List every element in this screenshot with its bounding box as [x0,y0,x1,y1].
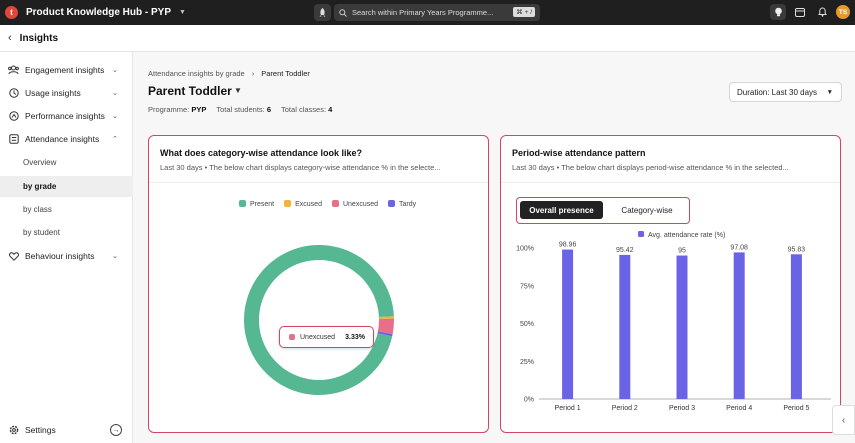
sidebar-subitem-overview[interactable]: Overview [0,152,133,173]
legend-label: Avg. attendance rate (%) [648,232,725,239]
bar-period-5 [790,254,802,399]
sidebar-item-label: Engagement insights [25,65,105,75]
search-icon [339,8,347,17]
bar-chart: Avg. attendance rate (%) 0% 25% 50% 75% 100% 9… [516,231,831,412]
tooltip-label: Unexcused [300,333,336,341]
sidebar-subitem-by-class[interactable]: by class [0,199,133,220]
top-bar: t Product Knowledge Hub - PYP ▼ Search w… [0,0,855,25]
y-tick-label: 100% [516,246,534,253]
students-stat: Total students: 6 [216,105,272,114]
chevron-down-icon: ⌄ [112,113,118,120]
breadcrumb-parent[interactable]: Attendance insights by grade [148,69,245,78]
chevron-left-icon[interactable]: ‹ [832,405,855,435]
bar-period-2 [619,254,631,399]
sidebar-subitem-label: by grade [23,182,57,191]
sidebar-item-label: Attendance insights [25,134,100,144]
data-label: 97.08 [730,244,748,251]
performance-icon [8,111,19,122]
sidebar-item-engagement[interactable]: Engagement insights ⌄ [0,59,133,81]
heart-icon [8,251,19,262]
sidebar-subitem-by-grade[interactable]: by grade [0,176,133,197]
data-label: 95.83 [788,246,806,253]
classes-stat: Total classes: 4 [281,105,333,114]
usage-icon [8,88,19,99]
chevron-down-icon: ⌄ [112,67,118,74]
sidebar-subitem-label: by student [23,228,60,237]
donut-chart [244,245,394,396]
sidebar-subitem-label: Overview [23,158,57,167]
period-attendance-card: Period-wise attendance pattern Last 30 d… [500,135,841,433]
chevron-down-icon[interactable]: ▼ [179,9,186,16]
sidebar-item-label: Settings [25,425,56,435]
gear-icon [8,425,19,436]
data-label: 98.96 [559,242,577,249]
bar-period-1 [562,249,574,399]
chart-tooltip: Unexcused 3.33% [279,326,374,348]
x-tick-label: Period 5 [783,405,809,412]
bell-icon[interactable] [814,4,830,20]
data-label: 95.42 [616,247,634,254]
chevron-down-icon: ▼ [826,88,833,96]
programme-stat: Programme: PYP [148,105,207,114]
window-icon[interactable] [792,4,808,20]
x-tick-label: Period 4 [726,405,752,412]
breadcrumb-current: Parent Toddler [261,69,310,78]
page-header: ‹ Insights [0,25,855,52]
tooltip-value: 3.33% [345,333,365,341]
y-tick-label: 0% [524,397,534,404]
rocket-icon[interactable] [314,4,331,21]
grade-title[interactable]: Parent Toddler [148,84,232,98]
donut-slice-present [244,245,394,396]
x-tick-label: Period 3 [669,405,695,412]
bar-period-3 [676,255,688,399]
arrow-right-icon[interactable]: → [110,424,122,436]
engagement-icon [8,65,19,76]
sidebar-item-usage[interactable]: Usage insights ⌄ [0,82,133,104]
sidebar-item-label: Performance insights [25,111,105,121]
duration-dropdown[interactable]: Duration: Last 30 days ▼ [729,82,842,102]
bar-period-4 [733,252,745,399]
sidebar-item-label: Usage insights [25,88,81,98]
tooltip-swatch [289,334,295,340]
search-input[interactable]: Search within Primary Years Programme...… [334,4,540,21]
sidebar-item-label: Behaviour insights [25,251,95,261]
app-logo-icon[interactable]: t [5,6,18,19]
chevron-down-icon[interactable]: ▼ [234,86,242,95]
y-tick-label: 50% [520,321,534,328]
attendance-icon [8,134,19,145]
chevron-right-icon: › [251,69,255,78]
summary-stats: Programme: PYP Total students: 6 Total c… [148,105,332,114]
sidebar-item-behaviour[interactable]: Behaviour insights ⌄ [0,245,133,267]
lightbulb-icon[interactable] [770,4,786,20]
sidebar: Engagement insights ⌄ Usage insights ⌄ P… [0,52,133,443]
app-title[interactable]: Product Knowledge Hub - PYP [26,7,171,18]
data-label: 95 [678,248,686,255]
legend-swatch [638,231,644,237]
sidebar-item-attendance[interactable]: Attendance insights ⌃ [0,128,133,150]
chevron-down-icon: ⌄ [112,253,118,260]
sidebar-subitem-label: by class [23,205,52,214]
avatar[interactable]: TS [836,5,850,19]
sidebar-item-performance[interactable]: Performance insights ⌄ [0,105,133,127]
chevron-down-icon: ⌄ [112,90,118,97]
page-title: Insights [19,32,59,44]
category-attendance-card: What does category-wise attendance look … [148,135,489,433]
duration-label: Duration: Last 30 days [737,87,818,97]
x-tick-label: Period 1 [555,405,581,412]
y-tick-label: 25% [520,359,534,366]
back-arrow-icon[interactable]: ‹ [8,32,12,44]
sidebar-subitem-by-student[interactable]: by student [0,222,133,243]
breadcrumb: Attendance insights by grade › Parent To… [148,69,310,78]
x-tick-label: Period 2 [612,405,638,412]
top-icons: TS [770,4,850,20]
y-tick-label: 75% [520,283,534,290]
search-placeholder: Search within Primary Years Programme... [352,8,494,17]
chevron-up-icon: ⌃ [112,136,118,143]
search-shortcut: ⌘ + / [513,7,535,17]
sidebar-item-settings[interactable]: Settings → [0,420,133,440]
